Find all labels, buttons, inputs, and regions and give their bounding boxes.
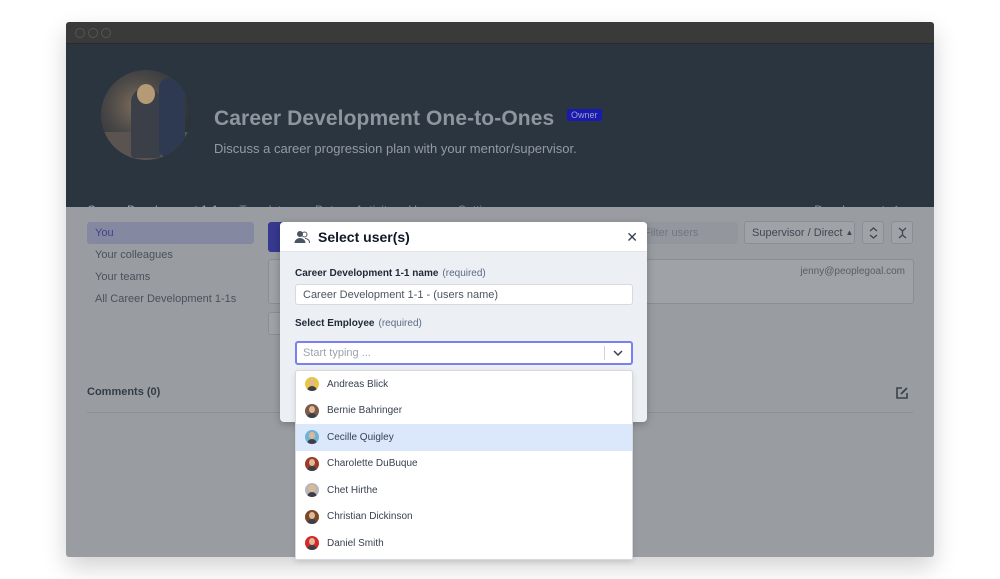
users-icon [294,230,310,243]
option-label: Christian Dickinson [327,511,413,523]
page-header: Career Development One-to-Ones Owner Dis… [66,44,934,229]
modal-title: Select user(s) [318,228,410,245]
name-field-label: Career Development 1-1 name (required) [295,268,486,279]
required-marker: (required) [378,318,422,329]
chevron-down-icon[interactable] [605,350,631,356]
option-label: Cecille Quigley [327,431,394,443]
modal-header: Select user(s) ✕ [280,222,647,252]
option-chet-hirthe[interactable]: Chet Hirthe [296,477,632,504]
option-charolette-dubuque[interactable]: Charolette DuBuque [296,451,632,478]
minimize-window-button[interactable] [88,28,98,38]
avatar [305,403,319,418]
option-bernie-bahringer[interactable]: Bernie Bahringer [296,398,632,425]
option-cecille-quigley[interactable]: Cecille Quigley [296,424,632,451]
avatar [305,377,319,392]
option-label: Chet Hirthe [327,484,378,496]
option-label: Bernie Bahringer [327,405,403,417]
page-subtitle: Discuss a career progression plan with y… [214,141,577,156]
option-daniel-smith[interactable]: Daniel Smith [296,530,632,557]
page-title: Career Development One-to-Ones [214,107,555,130]
required-marker: (required) [442,268,486,279]
option-label: Charolette DuBuque [327,458,418,470]
close-icon[interactable]: ✕ [626,230,638,244]
option-label: Daniel Smith [327,537,384,549]
employee-select[interactable] [295,341,633,365]
label-text: Career Development 1-1 name [295,268,439,279]
avatar [305,456,319,471]
label-text: Select Employee [295,318,375,329]
hero-image [101,70,191,160]
maximize-window-button[interactable] [101,28,111,38]
option-label: Andreas Blick [327,378,389,390]
employee-search-input[interactable] [297,343,604,363]
avatar [305,536,319,551]
title-bar [66,22,934,44]
employee-field-label: Select Employee (required) [295,318,422,329]
owner-badge: Owner [567,109,602,121]
close-window-button[interactable] [75,28,85,38]
avatar [305,483,319,498]
employee-options-list: Andreas Blick Bernie Bahringer Cecille Q… [295,370,633,560]
option-christian-dickinson[interactable]: Christian Dickinson [296,504,632,531]
avatar [305,430,319,445]
avatar [305,509,319,524]
name-input[interactable] [295,284,633,305]
option-andreas-blick[interactable]: Andreas Blick [296,371,632,398]
